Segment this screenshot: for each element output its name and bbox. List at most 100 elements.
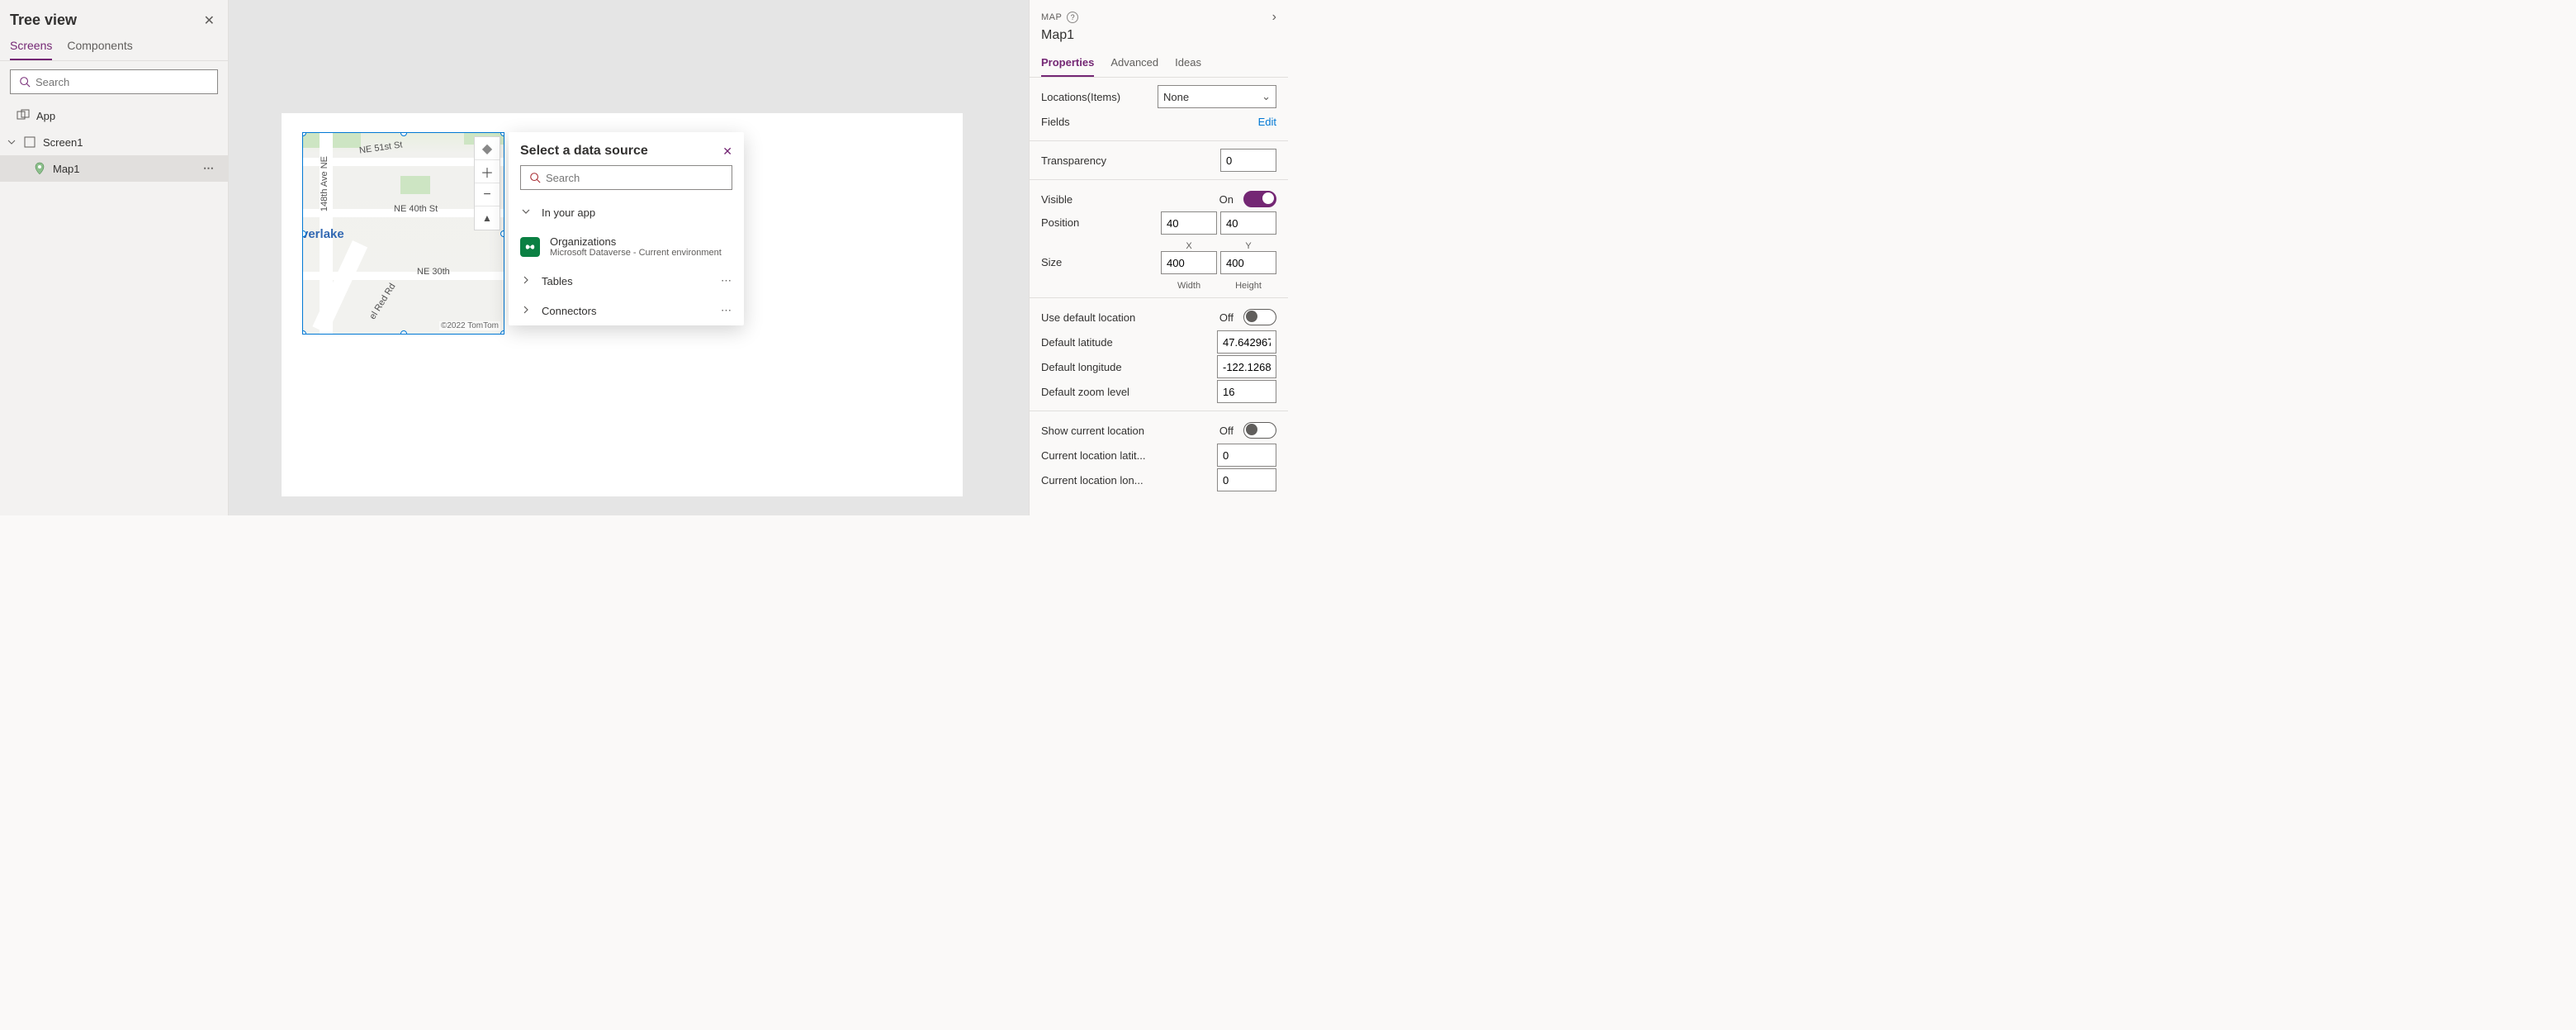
- map-compass-button[interactable]: ◆: [475, 137, 500, 160]
- tree-view-panel: Tree view ✕ Screens Components App Scree…: [0, 0, 229, 515]
- section-label: Tables: [542, 275, 711, 287]
- resize-handle[interactable]: [500, 330, 504, 335]
- size-caption-w: Width: [1161, 281, 1217, 291]
- data-source-item-subtitle: Microsoft Dataverse - Current environmen…: [550, 248, 732, 258]
- data-source-section-tables[interactable]: Tables ⋯: [509, 266, 744, 296]
- tree-item-label: App: [36, 110, 221, 122]
- tree-tabs: Screens Components: [0, 32, 228, 61]
- tab-components[interactable]: Components: [67, 39, 132, 60]
- data-source-search[interactable]: [520, 165, 732, 190]
- tab-properties[interactable]: Properties: [1041, 56, 1094, 77]
- resize-handle[interactable]: [500, 230, 504, 237]
- tab-advanced[interactable]: Advanced: [1110, 56, 1158, 77]
- more-icon[interactable]: ⋯: [721, 274, 732, 287]
- tree-search[interactable]: [10, 69, 218, 94]
- position-x-input[interactable]: [1161, 211, 1217, 235]
- chevron-down-icon: ⌄: [1262, 90, 1271, 103]
- more-icon[interactable]: ⋯: [721, 304, 732, 317]
- close-icon[interactable]: ✕: [204, 12, 215, 29]
- resize-handle[interactable]: [302, 330, 306, 335]
- tree-list: App Screen1 Map1 ⋯: [0, 102, 228, 515]
- use-default-location-toggle[interactable]: [1243, 309, 1276, 325]
- position-caption-x: X: [1161, 241, 1217, 251]
- map-pitch-button[interactable]: ▲: [475, 206, 500, 230]
- design-canvas[interactable]: 148th Ave NE NE 51st St NE 40th St NE 30…: [229, 0, 1029, 515]
- transparency-input[interactable]: [1220, 149, 1276, 172]
- current-longitude-input[interactable]: [1217, 468, 1276, 491]
- size-caption-h: Height: [1220, 281, 1276, 291]
- fields-edit-link[interactable]: Edit: [1258, 116, 1276, 128]
- close-icon[interactable]: ✕: [722, 145, 732, 159]
- chevron-right-icon: [520, 305, 532, 317]
- position-y-input[interactable]: [1220, 211, 1276, 235]
- resize-handle[interactable]: [400, 330, 407, 335]
- visible-label: Visible: [1041, 193, 1211, 206]
- chevron-down-icon[interactable]: [7, 137, 17, 147]
- tree-item-map[interactable]: Map1 ⋯: [0, 155, 228, 182]
- tree-item-app[interactable]: App: [0, 102, 228, 129]
- dataverse-icon: [520, 237, 540, 257]
- map-attribution: ©2022 TomTom: [439, 321, 500, 330]
- control-name: Map1: [1041, 28, 1276, 43]
- help-icon[interactable]: ?: [1067, 12, 1078, 23]
- map-control[interactable]: 148th Ave NE NE 51st St NE 40th St NE 30…: [302, 132, 504, 335]
- more-icon[interactable]: ⋯: [203, 162, 221, 175]
- locations-select[interactable]: None ⌄: [1158, 85, 1276, 108]
- fields-label: Fields: [1041, 116, 1250, 128]
- resize-handle[interactable]: [302, 230, 306, 237]
- resize-handle[interactable]: [500, 132, 504, 136]
- current-latitude-input[interactable]: [1217, 444, 1276, 467]
- data-source-search-input[interactable]: [546, 172, 732, 184]
- position-caption-y: Y: [1220, 241, 1276, 251]
- map-road-label: NE 30th: [417, 267, 450, 277]
- tree-item-label: Screen1: [43, 136, 221, 149]
- tree-search-input[interactable]: [36, 76, 217, 88]
- show-current-location-label: Show current location: [1041, 425, 1211, 437]
- map-zoom-out-button[interactable]: −: [475, 183, 500, 206]
- default-latitude-label: Default latitude: [1041, 336, 1209, 349]
- app-icon: [17, 109, 30, 122]
- default-longitude-input[interactable]: [1217, 355, 1276, 378]
- default-zoom-input[interactable]: [1217, 380, 1276, 403]
- properties-panel: MAP ? › Map1 Properties Advanced Ideas L…: [1029, 0, 1288, 515]
- chevron-down-icon: [520, 206, 532, 219]
- position-label: Position: [1041, 211, 1153, 229]
- tab-ideas[interactable]: Ideas: [1175, 56, 1201, 77]
- resize-handle[interactable]: [400, 132, 407, 136]
- tree-item-screen[interactable]: Screen1: [0, 129, 228, 155]
- section-label: Connectors: [542, 305, 711, 317]
- chevron-right-icon[interactable]: ›: [1272, 10, 1276, 25]
- size-label: Size: [1041, 251, 1153, 268]
- tab-screens[interactable]: Screens: [10, 39, 52, 60]
- tree-view-title: Tree view: [10, 12, 77, 29]
- data-source-popup: Select a data source ✕ In your app Organ…: [509, 132, 744, 325]
- use-default-location-state: Off: [1219, 311, 1234, 324]
- data-source-item-organizations[interactable]: Organizations Microsoft Dataverse - Curr…: [509, 227, 744, 266]
- search-icon: [529, 172, 541, 183]
- map-zoom-in-button[interactable]: ＋: [475, 160, 500, 183]
- data-source-section-connectors[interactable]: Connectors ⋯: [509, 296, 744, 325]
- tree-item-label: Map1: [53, 163, 197, 175]
- current-latitude-label: Current location latit...: [1041, 449, 1209, 462]
- data-source-title: Select a data source: [520, 144, 648, 159]
- visible-state-label: On: [1219, 193, 1234, 206]
- control-type-label: MAP ?: [1041, 12, 1078, 23]
- map-road-label: 148th Ave NE: [320, 156, 329, 211]
- screen-canvas[interactable]: 148th Ave NE NE 51st St NE 40th St NE 30…: [282, 113, 963, 496]
- locations-label: Locations(Items): [1041, 91, 1149, 103]
- data-source-section-inapp[interactable]: In your app: [509, 198, 744, 227]
- transparency-label: Transparency: [1041, 154, 1212, 167]
- data-source-item-title: Organizations: [550, 235, 732, 248]
- size-height-input[interactable]: [1220, 251, 1276, 274]
- chevron-right-icon: [520, 275, 532, 287]
- default-zoom-label: Default zoom level: [1041, 386, 1209, 398]
- default-latitude-input[interactable]: [1217, 330, 1276, 354]
- search-icon: [19, 76, 31, 88]
- current-longitude-label: Current location lon...: [1041, 474, 1209, 487]
- visible-toggle[interactable]: [1243, 191, 1276, 207]
- property-tabs: Properties Advanced Ideas: [1030, 48, 1288, 78]
- map-controls: ◆ ＋ − ▲: [474, 136, 500, 230]
- size-width-input[interactable]: [1161, 251, 1217, 274]
- show-current-location-toggle[interactable]: [1243, 422, 1276, 439]
- default-longitude-label: Default longitude: [1041, 361, 1209, 373]
